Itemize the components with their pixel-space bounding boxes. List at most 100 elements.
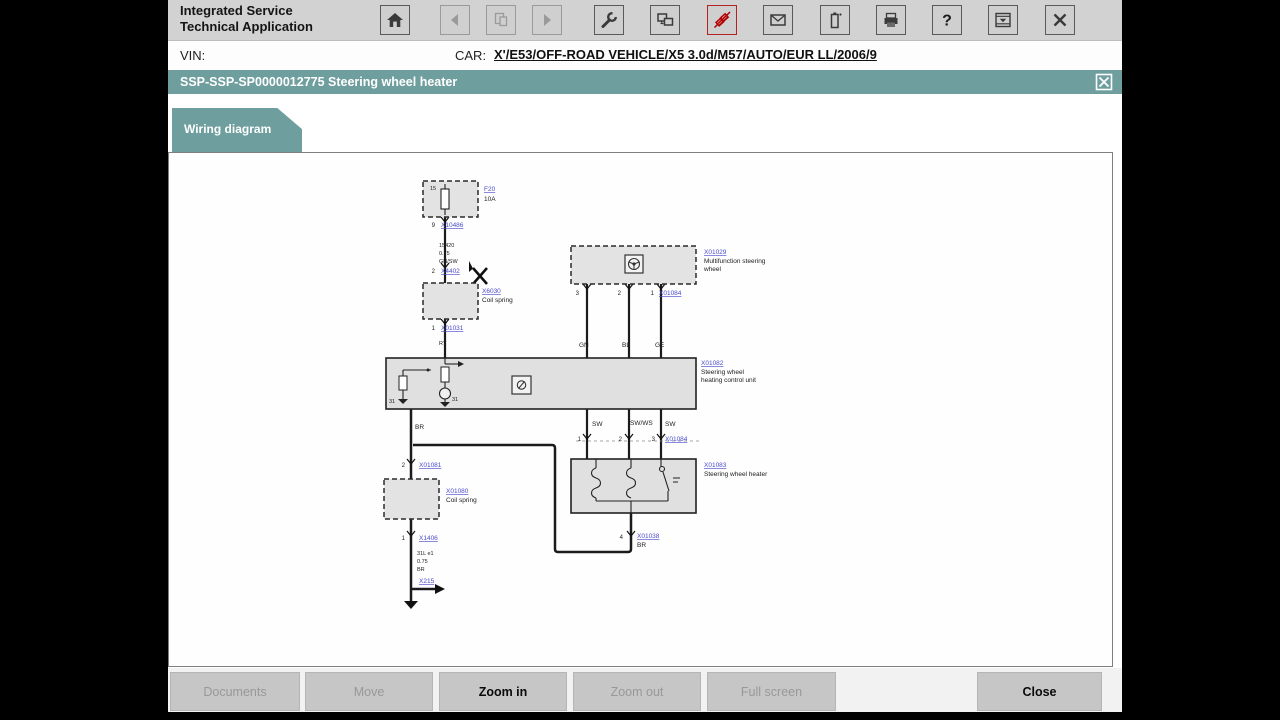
fuse-id-link[interactable]: F20 [484, 186, 496, 193]
wire-label: 15420 [439, 243, 454, 249]
document-header: SSP-SSP-SP0000012775 Steering wheel heat… [168, 70, 1122, 94]
fuse-terminal: 15 [430, 186, 436, 192]
close-icon [1050, 10, 1070, 30]
fuse-rating: 10A [484, 196, 496, 203]
pin-number: 3 [576, 291, 580, 297]
wire-label: 0.75 [417, 559, 428, 565]
control-unit-icon [512, 376, 531, 394]
pin-number: 1 [578, 437, 582, 443]
connection-broken-icon [712, 10, 732, 30]
wire-label: BR [415, 424, 424, 431]
document-icon [491, 10, 511, 30]
app-title-line1: Integrated Service [180, 3, 313, 19]
wire-label: BR [637, 542, 646, 549]
fuse-symbol-body [441, 189, 449, 209]
steering-wheel-icon [625, 255, 643, 273]
connector-link[interactable]: X01081 [419, 462, 442, 469]
app-title-line2: Technical Application [180, 19, 313, 35]
coil-spring-upper-box [423, 283, 478, 319]
pin-number: 9 [432, 223, 436, 229]
mfsw-link[interactable]: X01029 [704, 249, 727, 256]
documents-button[interactable]: Documents [170, 672, 300, 711]
pin-number: 2 [432, 269, 436, 275]
pin-number: 1 [402, 536, 406, 542]
heater-link[interactable]: X01083 [704, 462, 727, 469]
pin-number: 2 [402, 463, 406, 469]
wiring-diagram: 15 F20 10A 9 X10486 15420 0.75 GN/SW 2 X… [169, 153, 1112, 666]
mfsw-name-1: Multifunction steering [704, 258, 766, 265]
footer-toolbar: Documents Move Zoom in Zoom out Full scr… [168, 668, 1122, 712]
home-button[interactable] [380, 5, 410, 35]
car-label: CAR: [455, 48, 486, 63]
tab-wiring-diagram[interactable]: Wiring diagram [172, 108, 302, 152]
wire-label: BL [622, 342, 630, 349]
wire-label: GN/SW [439, 259, 458, 265]
minimize-view-button[interactable] [988, 5, 1018, 35]
wire-label: GE [655, 342, 665, 349]
wire-label: GN [579, 342, 589, 349]
control-unit-name-2: heating control unit [701, 377, 756, 384]
heater-box [571, 459, 696, 513]
ground-symbol [404, 601, 418, 609]
full-screen-button[interactable]: Full screen [707, 672, 836, 711]
pin-number: 1 [651, 291, 655, 297]
close-app-button[interactable] [1045, 5, 1075, 35]
ground-link[interactable]: X215 [419, 578, 435, 585]
battery-button[interactable] [820, 5, 850, 35]
home-icon [385, 10, 405, 30]
coil-spring-lower-box [384, 479, 439, 519]
control-unit-link[interactable]: X01082 [701, 360, 724, 367]
pin-number: 4 [620, 535, 624, 541]
connector-link[interactable]: X4402 [441, 268, 460, 275]
workshop-tools-button[interactable] [594, 5, 624, 35]
displays-icon [655, 10, 675, 30]
move-button[interactable]: Move [305, 672, 433, 711]
coil-spring-upper-link[interactable]: X6030 [482, 288, 501, 295]
connector-link[interactable]: X10486 [441, 222, 464, 229]
wire-label: SW/WS [630, 420, 653, 427]
back-icon [445, 10, 465, 30]
vin-label: VIN: [180, 48, 205, 63]
wire-label: 0.75 [439, 251, 450, 257]
help-button[interactable]: ? [932, 5, 962, 35]
close-button[interactable]: Close [977, 672, 1102, 711]
mouse-cursor-x-icon [469, 261, 487, 284]
tab-label: Wiring diagram [184, 122, 271, 136]
document-history-button[interactable] [486, 5, 516, 35]
connector-link[interactable]: X01084 [665, 436, 688, 443]
print-button[interactable] [876, 5, 906, 35]
connection-status-button[interactable] [707, 5, 737, 35]
minimize-view-icon [993, 10, 1013, 30]
document-title: SSP-SSP-SP0000012775 Steering wheel heat… [180, 75, 457, 89]
battery-icon [825, 10, 845, 30]
wire-label: SW [592, 421, 603, 428]
connector-link[interactable]: X01031 [441, 325, 464, 332]
vehicle-info-row: VIN: CAR: X'/E53/OFF-ROAD VEHICLE/X5 3.0… [168, 41, 1122, 69]
document-close-button[interactable] [1095, 73, 1113, 91]
connector-link[interactable]: X1406 [419, 535, 438, 542]
messages-button[interactable] [763, 5, 793, 35]
ground-branch-arrow [435, 584, 445, 594]
pin-number: 1 [432, 326, 436, 332]
zoom-out-button[interactable]: Zoom out [573, 672, 701, 711]
pin-number: 3 [652, 437, 656, 443]
car-value: X'/E53/OFF-ROAD VEHICLE/X5 3.0d/M57/AUTO… [494, 47, 877, 62]
close-document-icon [1095, 73, 1113, 91]
mfsw-name-2: wheel [703, 266, 722, 273]
displays-button[interactable] [650, 5, 680, 35]
printer-icon [881, 10, 901, 30]
wire-label: RT [439, 341, 447, 347]
connector-link[interactable]: X01084 [659, 290, 682, 297]
wire-label: 31L e1 [417, 551, 434, 557]
connector-link[interactable]: X01038 [637, 533, 660, 540]
terminal-31-label: 31 [452, 397, 458, 403]
coil-spring-lower-link[interactable]: X01080 [446, 488, 469, 495]
back-button[interactable] [440, 5, 470, 35]
mail-icon [768, 10, 788, 30]
zoom-in-button[interactable]: Zoom in [439, 672, 567, 711]
screen: Integrated Service Technical Application [0, 0, 1280, 720]
forward-button[interactable] [532, 5, 562, 35]
control-unit-box [386, 358, 696, 409]
help-icon: ? [937, 10, 957, 30]
wire-label: BR [417, 567, 425, 573]
